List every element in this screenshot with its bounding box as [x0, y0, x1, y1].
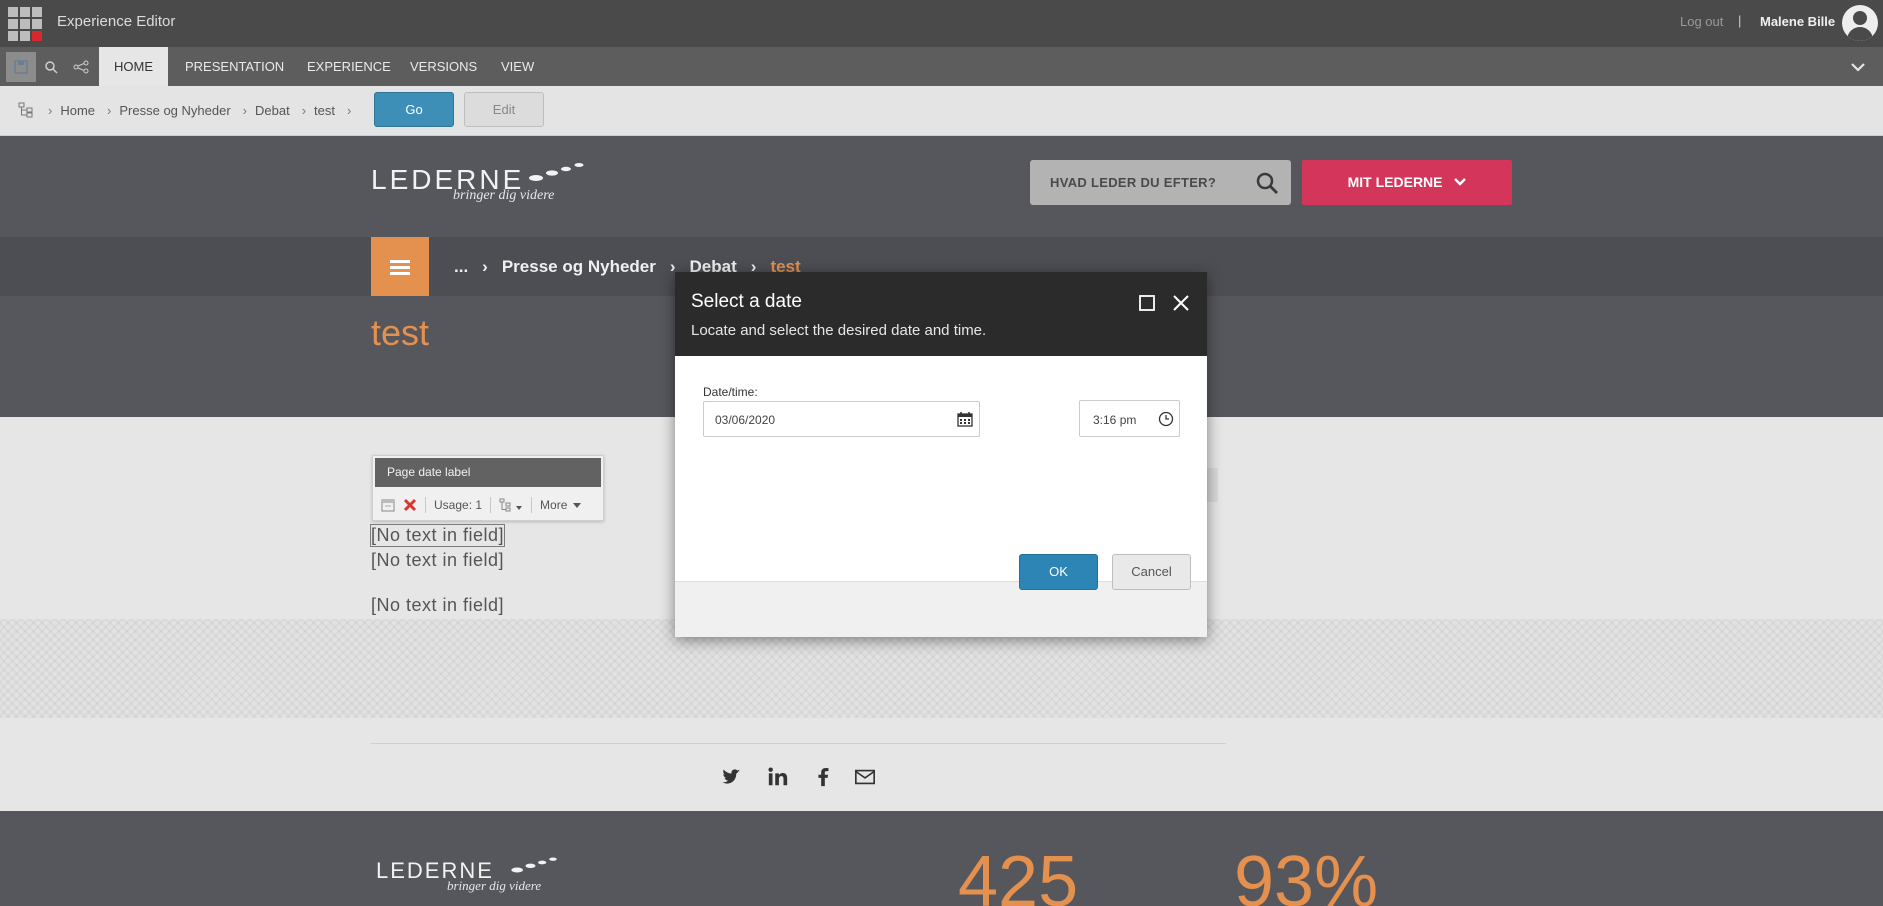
mit-lederne-button[interactable]: MIT LEDERNE: [1302, 160, 1512, 205]
close-icon[interactable]: [1171, 293, 1191, 313]
page-title[interactable]: test: [371, 312, 429, 354]
email-icon[interactable]: [854, 766, 876, 788]
breadcrumb-item-home[interactable]: Home: [60, 103, 95, 118]
mit-lederne-label: MIT LEDERNE: [1347, 174, 1443, 190]
footer-logo-tagline: bringer dig videre: [447, 878, 542, 893]
chevron-right-icon: ›: [482, 257, 488, 276]
time-input[interactable]: 3:16 pm: [1079, 400, 1180, 437]
time-value: 3:16 pm: [1093, 413, 1137, 427]
logo-dots-icon: [529, 163, 584, 181]
date-label-field[interactable]: [No text in field]: [369, 524, 506, 547]
breadcrumb-item-test[interactable]: test: [314, 103, 335, 118]
ok-button[interactable]: OK: [1019, 554, 1098, 590]
site-search-input[interactable]: HVAD LEDER DU EFTER?: [1030, 160, 1291, 205]
date-value: 03/06/2020: [715, 413, 776, 427]
maximize-icon[interactable]: [1138, 294, 1156, 312]
edit-button[interactable]: Edit: [464, 92, 544, 127]
save-icon[interactable]: [6, 52, 36, 82]
twitter-icon[interactable]: [720, 766, 742, 788]
site-search-placeholder: HVAD LEDER DU EFTER?: [1050, 175, 1217, 190]
chevron-right-icon: ›: [48, 103, 53, 118]
dialog-subtitle: Locate and select the desired date and t…: [691, 322, 987, 339]
tab-experience[interactable]: EXPERIENCE: [292, 47, 406, 86]
chevron-down-icon: [1454, 178, 1467, 186]
cancel-button[interactable]: Cancel: [1112, 554, 1191, 590]
tab-view[interactable]: VIEW: [486, 47, 549, 86]
chevron-right-icon: ›: [242, 103, 247, 118]
site-crumb-ellipsis[interactable]: ...: [454, 257, 468, 277]
dialog-header: Select a date Locate and select the desi…: [675, 272, 1207, 356]
footer-stat-members: 425: [958, 842, 1079, 906]
site-footer: [0, 811, 1883, 906]
clock-icon[interactable]: [1158, 411, 1174, 427]
caret-down-icon: [573, 503, 582, 508]
header-separator: |: [1738, 13, 1742, 28]
more-menu[interactable]: More: [540, 498, 582, 512]
field-chrome-panel: Page date label Usage: 1 More: [372, 455, 604, 521]
chevron-right-icon: ›: [301, 103, 307, 118]
chevron-right-icon: ›: [107, 103, 112, 118]
calendar-icon[interactable]: [957, 411, 973, 427]
dialog-title: Select a date: [691, 291, 802, 312]
search-icon[interactable]: [1255, 171, 1279, 195]
share-area: [0, 718, 1883, 811]
logo-dots-icon: [511, 857, 557, 873]
site-header: [0, 136, 1883, 237]
user-name[interactable]: Malene Bille: [1760, 14, 1835, 29]
body-field[interactable]: [No text in field]: [371, 595, 504, 616]
delete-icon[interactable]: [403, 498, 417, 512]
go-button[interactable]: Go: [374, 92, 454, 127]
select-date-dialog: Select a date Locate and select the desi…: [675, 272, 1207, 637]
field-chrome-toolbar: Usage: 1 More: [373, 491, 603, 519]
site-crumb-presse[interactable]: Presse og Nyheder: [502, 257, 656, 277]
tab-home[interactable]: HOME: [99, 47, 168, 86]
hamburger-menu-icon[interactable]: [371, 237, 429, 296]
datetime-label: Date/time:: [703, 385, 758, 399]
footer-stat-percent: 93%: [1234, 842, 1379, 906]
tab-presentation[interactable]: PRESENTATION: [170, 47, 299, 86]
chevron-down-icon[interactable]: [1848, 57, 1868, 77]
breadcrumb-item-presse[interactable]: Presse og Nyheder: [119, 103, 230, 118]
tab-versions[interactable]: VERSIONS: [395, 47, 492, 86]
ribbon: HOME PRESENTATION EXPERIENCE VERSIONS VI…: [0, 47, 1883, 86]
calendar-icon[interactable]: [381, 498, 395, 512]
field-chrome-title: Page date label: [375, 458, 601, 487]
breadcrumb-item-debat[interactable]: Debat: [255, 103, 290, 118]
app-launcher-icon[interactable]: [8, 7, 42, 41]
breadcrumb: › Home › Presse og Nyheder › Debat › tes…: [0, 86, 1883, 136]
avatar[interactable]: [1842, 5, 1878, 41]
logout-link[interactable]: Log out: [1680, 14, 1723, 29]
usage-count[interactable]: Usage: 1: [434, 498, 482, 512]
divider: [371, 743, 1226, 744]
linkedin-icon[interactable]: [767, 766, 789, 788]
more-label: More: [540, 498, 568, 512]
date-field[interactable]: [No text in field]: [371, 550, 504, 571]
top-app-bar: Experience Editor Log out | Malene Bille: [0, 0, 1883, 47]
app-title: Experience Editor: [57, 13, 176, 30]
date-input[interactable]: 03/06/2020: [703, 401, 980, 437]
search-icon[interactable]: [36, 52, 66, 82]
tree-icon[interactable]: [18, 102, 34, 118]
ribbon-quick-tools: [6, 52, 96, 82]
chevron-right-icon[interactable]: ›: [347, 103, 351, 118]
share-icon[interactable]: [66, 52, 96, 82]
site-logo-tagline: bringer dig videre: [453, 188, 555, 203]
facebook-icon[interactable]: [812, 766, 834, 788]
tree-dropdown-icon[interactable]: [499, 498, 523, 512]
